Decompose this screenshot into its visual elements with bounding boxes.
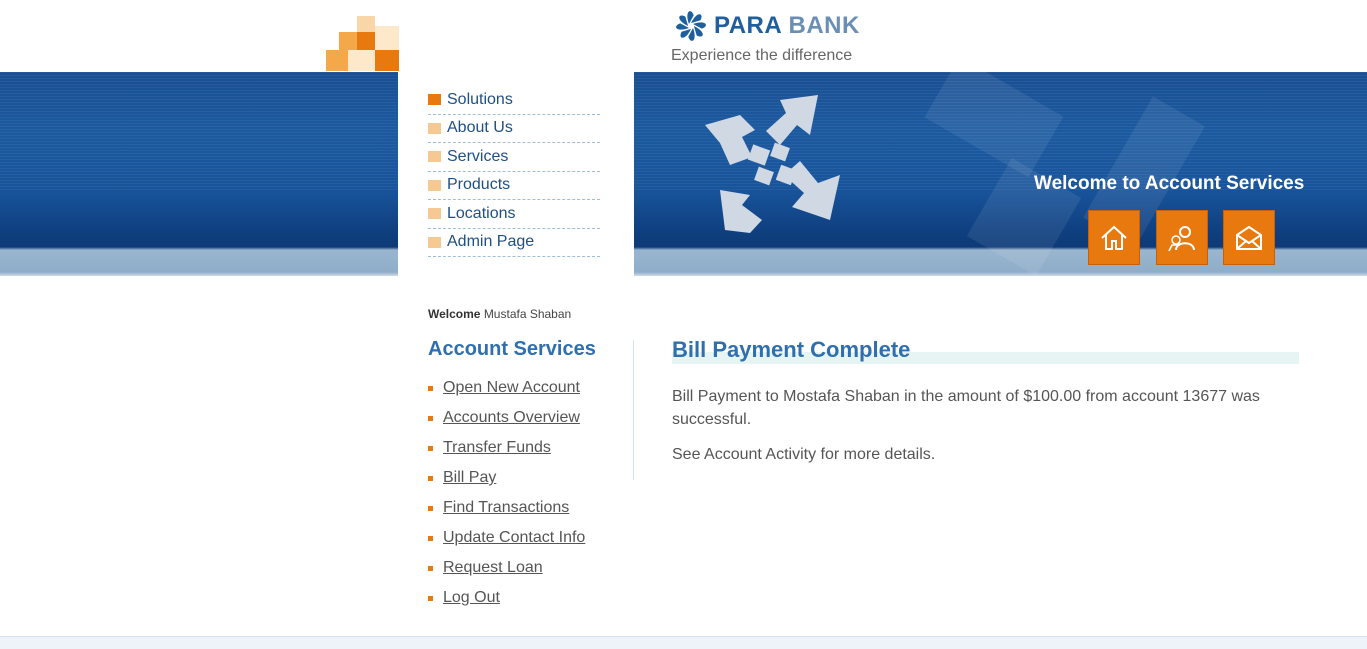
brand-name-primary: PARA	[714, 12, 782, 39]
nav-item-label: Admin Page	[447, 233, 535, 251]
nav-bullet-icon	[428, 208, 441, 220]
bullet-icon	[428, 595, 433, 601]
user-welcome: Welcome Mustafa Shaban	[428, 307, 571, 321]
home-button[interactable]	[1088, 210, 1140, 265]
contact-icon	[1236, 225, 1262, 250]
brand-caption: Experience the difference	[671, 47, 853, 64]
request-loan-link[interactable]: Request Loan	[443, 559, 543, 577]
transfer-funds-link[interactable]: Transfer Funds	[443, 439, 551, 457]
bullet-icon	[428, 565, 433, 571]
nav-bullet-icon	[428, 122, 441, 134]
about-icon	[1168, 225, 1195, 251]
menu-item: Accounts Overview	[428, 403, 585, 433]
nav-item-locations[interactable]: Locations	[428, 200, 600, 229]
header-band-left	[0, 72, 398, 276]
bullet-icon	[428, 385, 433, 391]
column-divider	[633, 340, 634, 480]
nav-bullet-icon	[428, 151, 441, 163]
nav-bullet-icon	[428, 94, 441, 106]
open-new-account-link[interactable]: Open New Account	[443, 379, 580, 397]
nav-item-services[interactable]: Services	[428, 143, 600, 172]
accounts-overview-link[interactable]: Accounts Overview	[443, 409, 580, 427]
menu-item: Log Out	[428, 583, 585, 613]
nav-item-label: Locations	[447, 204, 516, 222]
top-navigation: Solutions About Us Services Products Loc…	[428, 86, 600, 257]
nav-bullet-icon	[428, 179, 441, 191]
update-contact-info-link[interactable]: Update Contact Info	[443, 529, 585, 547]
menu-item: Request Loan	[428, 553, 585, 583]
menu-item: Open New Account	[428, 373, 585, 403]
user-name: Mustafa Shaban	[483, 307, 572, 321]
nav-item-label: About Us	[447, 119, 513, 137]
confirmation-message: Bill Payment to Mostafa Shaban in the am…	[672, 388, 1260, 428]
account-services-menu: Open New Account Accounts Overview Trans…	[428, 373, 585, 613]
log-out-link[interactable]: Log Out	[443, 589, 500, 607]
brand-name-secondary: BANK	[788, 12, 860, 39]
home-icon	[1101, 225, 1127, 250]
contact-button[interactable]	[1223, 210, 1275, 265]
nav-bullet-icon	[428, 236, 441, 248]
nav-item-admin-page[interactable]: Admin Page	[428, 229, 600, 257]
bullet-icon	[428, 505, 433, 511]
nav-item-solutions[interactable]: Solutions	[428, 86, 600, 115]
bill-pay-link[interactable]: Bill Pay	[443, 469, 496, 487]
menu-item: Find Transactions	[428, 493, 585, 523]
about-button[interactable]	[1156, 210, 1208, 265]
welcome-word: Welcome	[428, 307, 481, 321]
find-transactions-link[interactable]: Find Transactions	[443, 499, 569, 517]
page-title: Bill Payment Complete	[672, 337, 911, 362]
brand-name: PARA BANK	[714, 12, 860, 40]
bullet-icon	[428, 445, 433, 451]
decorative-squares	[326, 16, 399, 71]
account-services-title: Account Services	[428, 338, 596, 360]
arrows-logo-icon	[705, 95, 840, 233]
nav-item-label: Solutions	[447, 90, 513, 108]
parabank-logo[interactable]: PARA BANK	[672, 6, 860, 46]
nav-item-products[interactable]: Products	[428, 172, 600, 200]
nav-item-label: Products	[447, 176, 511, 194]
footer-strip	[0, 636, 1367, 649]
nav-item-label: Services	[447, 147, 509, 165]
activity-note: See Account Activity for more details.	[672, 446, 936, 463]
bullet-icon	[428, 475, 433, 481]
menu-item: Bill Pay	[428, 463, 585, 493]
menu-item: Update Contact Info	[428, 523, 585, 553]
nav-item-about-us[interactable]: About Us	[428, 115, 600, 143]
bullet-icon	[428, 535, 433, 541]
parabank-flower-icon	[676, 11, 706, 41]
bullet-icon	[428, 415, 433, 421]
header-welcome-text: Welcome to Account Services	[1034, 173, 1305, 194]
menu-item: Transfer Funds	[428, 433, 585, 463]
